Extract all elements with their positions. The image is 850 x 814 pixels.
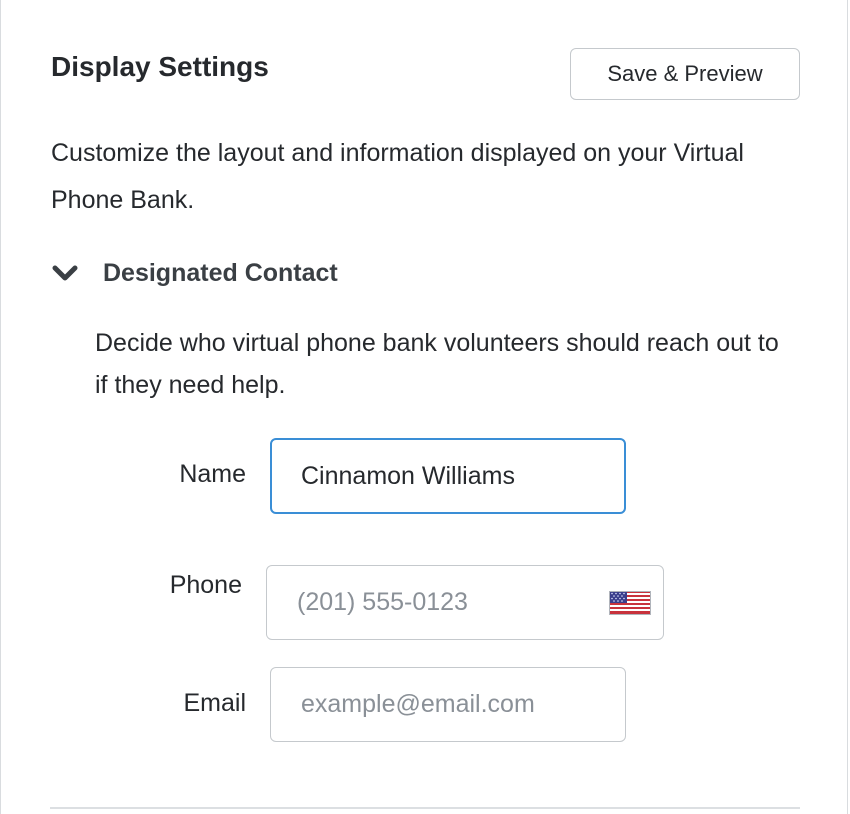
designated-contact-toggle[interactable]: Designated Contact	[52, 254, 338, 292]
email-input[interactable]	[270, 667, 626, 742]
name-label: Name	[179, 460, 246, 488]
section-description: Decide who virtual phone bank volunteers…	[95, 329, 779, 399]
us-flag-icon[interactable]	[609, 591, 651, 615]
save-preview-button[interactable]: Save & Preview	[570, 48, 800, 100]
email-label: Email	[183, 689, 246, 717]
section-divider	[50, 807, 800, 809]
name-input[interactable]	[270, 438, 626, 514]
phone-label: Phone	[169, 571, 242, 599]
chevron-down-icon	[52, 265, 78, 281]
phone-input[interactable]	[266, 565, 664, 640]
section-title: Designated Contact	[103, 258, 338, 287]
panel-description: Customize the layout and information dis…	[51, 139, 744, 214]
panel-title: Display Settings	[51, 51, 269, 82]
